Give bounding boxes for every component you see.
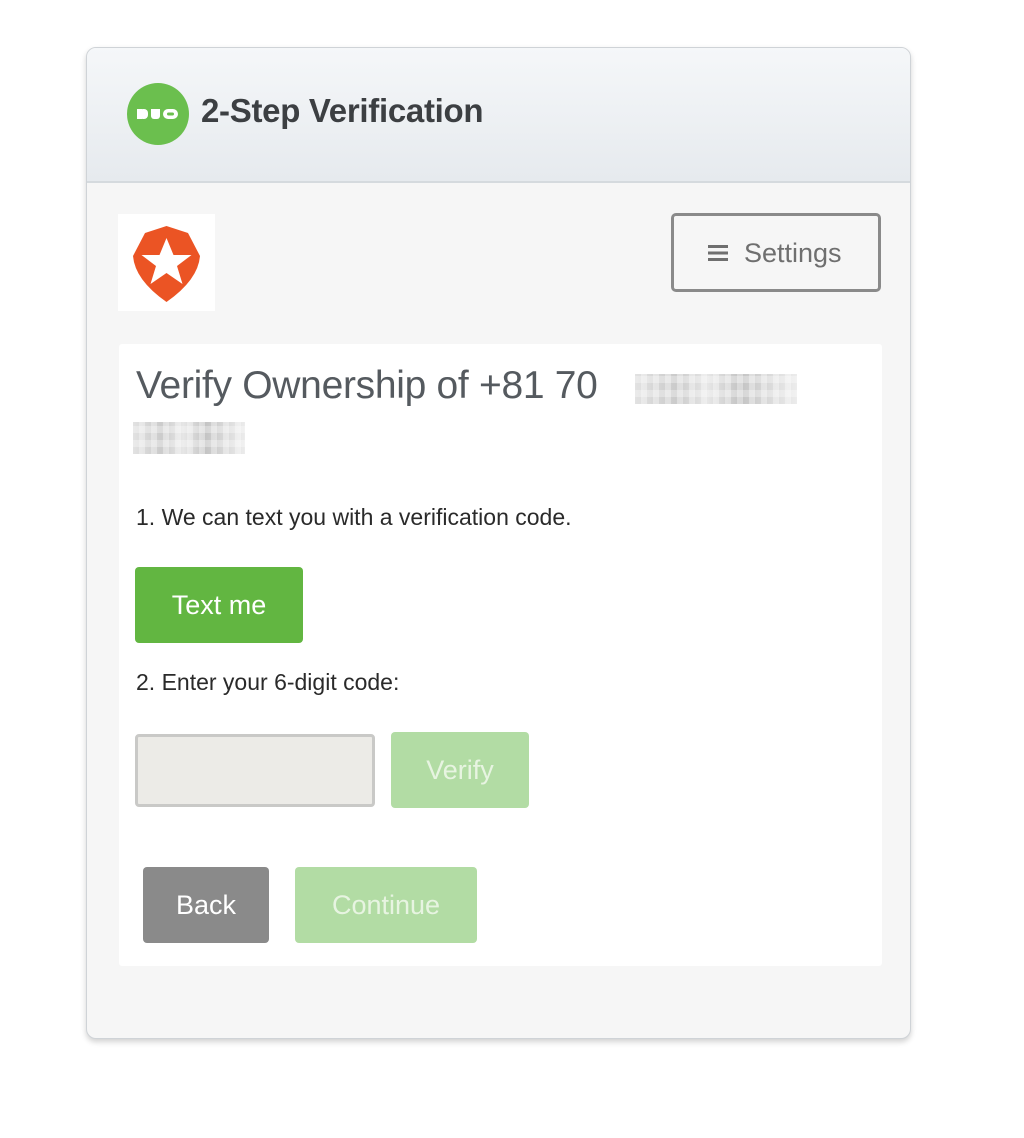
content-panel: Verify Ownership of +81 70 1. We can tex…	[119, 344, 882, 966]
settings-button[interactable]: Settings	[671, 213, 881, 292]
hamburger-menu-icon	[708, 245, 728, 261]
step-one-instruction: 1. We can text you with a verification c…	[136, 504, 572, 530]
card-header: 2-Step Verification	[87, 48, 910, 183]
redacted-phone-number-continued	[133, 422, 245, 454]
text-me-button[interactable]: Text me	[135, 567, 303, 643]
duo-prompt-card: 2-Step Verification Settings Verify Owne…	[86, 47, 911, 1039]
auth0-shield-star-icon	[118, 214, 215, 311]
duo-logo-icon	[127, 83, 189, 145]
redacted-phone-number	[635, 374, 797, 404]
settings-label: Settings	[744, 238, 842, 268]
step-two-instruction: 2. Enter your 6-digit code:	[136, 669, 400, 695]
back-button[interactable]: Back	[143, 867, 269, 943]
header-title: 2-Step Verification	[201, 92, 484, 129]
verify-heading: Verify Ownership of +81 70	[136, 364, 598, 407]
verify-button[interactable]: Verify	[391, 732, 529, 808]
verification-code-input[interactable]	[135, 734, 375, 807]
continue-button[interactable]: Continue	[295, 867, 477, 943]
